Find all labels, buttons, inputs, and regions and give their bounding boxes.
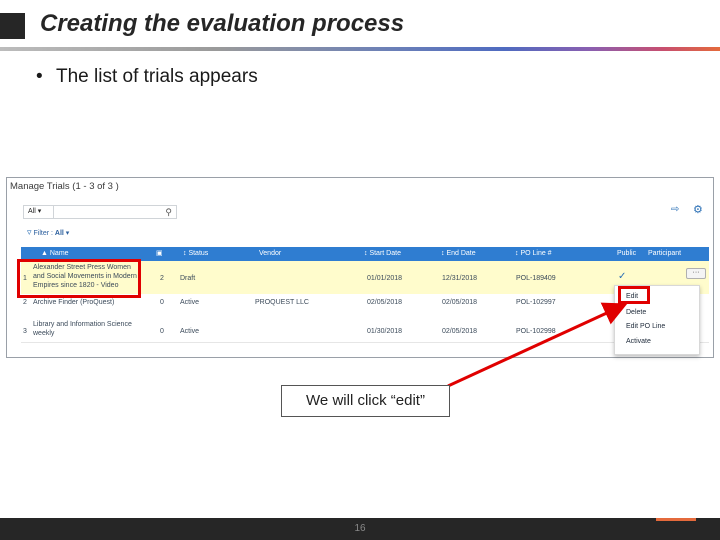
start-date-cell: 01/30/2018 [367,328,403,335]
gear-icon[interactable]: ⚙ [693,203,703,216]
end-date-cell: 12/31/2018 [442,275,478,282]
column-header-participant: Participant [648,250,682,257]
search-input[interactable] [55,206,155,218]
bullet-dot-icon: • [36,66,43,87]
highlight-trial-name [17,259,141,298]
page-number: 16 [354,523,366,534]
footer-accent [656,518,696,521]
row-number: 3 [23,328,27,335]
column-header-vendor[interactable]: Vendor [259,247,281,261]
start-date-cell: 02/05/2018 [367,299,403,306]
search-icon[interactable]: ⚲ [165,206,172,218]
menu-item-activate[interactable]: Activate [626,338,651,345]
column-header-status[interactable]: ↕ Status [183,247,208,261]
callout-box: We will click “edit” [281,385,450,417]
trial-name-link[interactable]: Library and Information Science [33,320,132,329]
highlight-edit-item [618,286,650,304]
bullet-point: • The list of trials appears [36,66,258,88]
chevron-down-icon: ▾ [65,230,70,237]
participant-count: 2 [160,275,164,282]
table-row[interactable]: 3 Library and Information Science weekly… [21,318,709,343]
column-header-flag[interactable]: ▣ [156,247,163,261]
scope-select-label: All [28,208,36,215]
row-actions-button[interactable]: ··· [686,268,706,279]
column-header-public: Public [617,250,637,257]
manage-trials-title: Manage Trials (1 - 3 of 3 ) [10,181,119,192]
participant-count: 0 [160,299,164,306]
status-cell: Draft [180,275,196,282]
slide-title: Creating the evaluation process [40,10,405,37]
menu-item-edit-po-line[interactable]: Edit PO Line [626,323,665,330]
trial-name-link[interactable]: Archive Finder (ProQuest) [33,298,114,307]
title-accent-block [0,13,25,39]
row-number: 2 [23,299,27,306]
column-header-end-date[interactable]: ↕ End Date [441,247,476,261]
po-line-link[interactable]: POL-189409 [516,274,556,283]
export-icon[interactable]: ⇨ [671,204,679,215]
filter-dropdown[interactable]: ▿ Filter : All ▾ [27,227,69,238]
po-line-link[interactable]: POL-102997 [516,298,556,307]
status-cell: Active [180,299,200,306]
scope-select[interactable]: All ▾ [24,206,54,218]
check-icon: ✓ [618,271,627,282]
participant-count: 0 [160,328,164,335]
slide-footer: 16 [0,518,720,540]
end-date-cell: 02/05/2018 [442,299,478,306]
filter-icon: ▿ [27,227,32,237]
column-header-start-date[interactable]: ↕ Start Date [364,247,401,261]
filter-label: Filter : [33,230,53,237]
trial-name-link[interactable]: weekly [33,329,54,338]
filter-value: All [54,230,64,237]
bullet-text: The list of trials appears [56,66,258,87]
end-date-cell: 02/05/2018 [442,328,478,335]
start-date-cell: 01/01/2018 [367,275,403,282]
column-header-po-line[interactable]: ↕ PO Line # [515,247,552,261]
menu-item-delete[interactable]: Delete [626,309,646,316]
status-cell: Active [180,328,200,335]
search-bar: All ▾ ⚲ [23,205,177,219]
title-divider [0,47,720,51]
chevron-down-icon: ▾ [37,208,42,215]
vendor-cell: PROQUEST LLC [255,299,309,306]
po-line-link[interactable]: POL-102998 [516,327,556,336]
